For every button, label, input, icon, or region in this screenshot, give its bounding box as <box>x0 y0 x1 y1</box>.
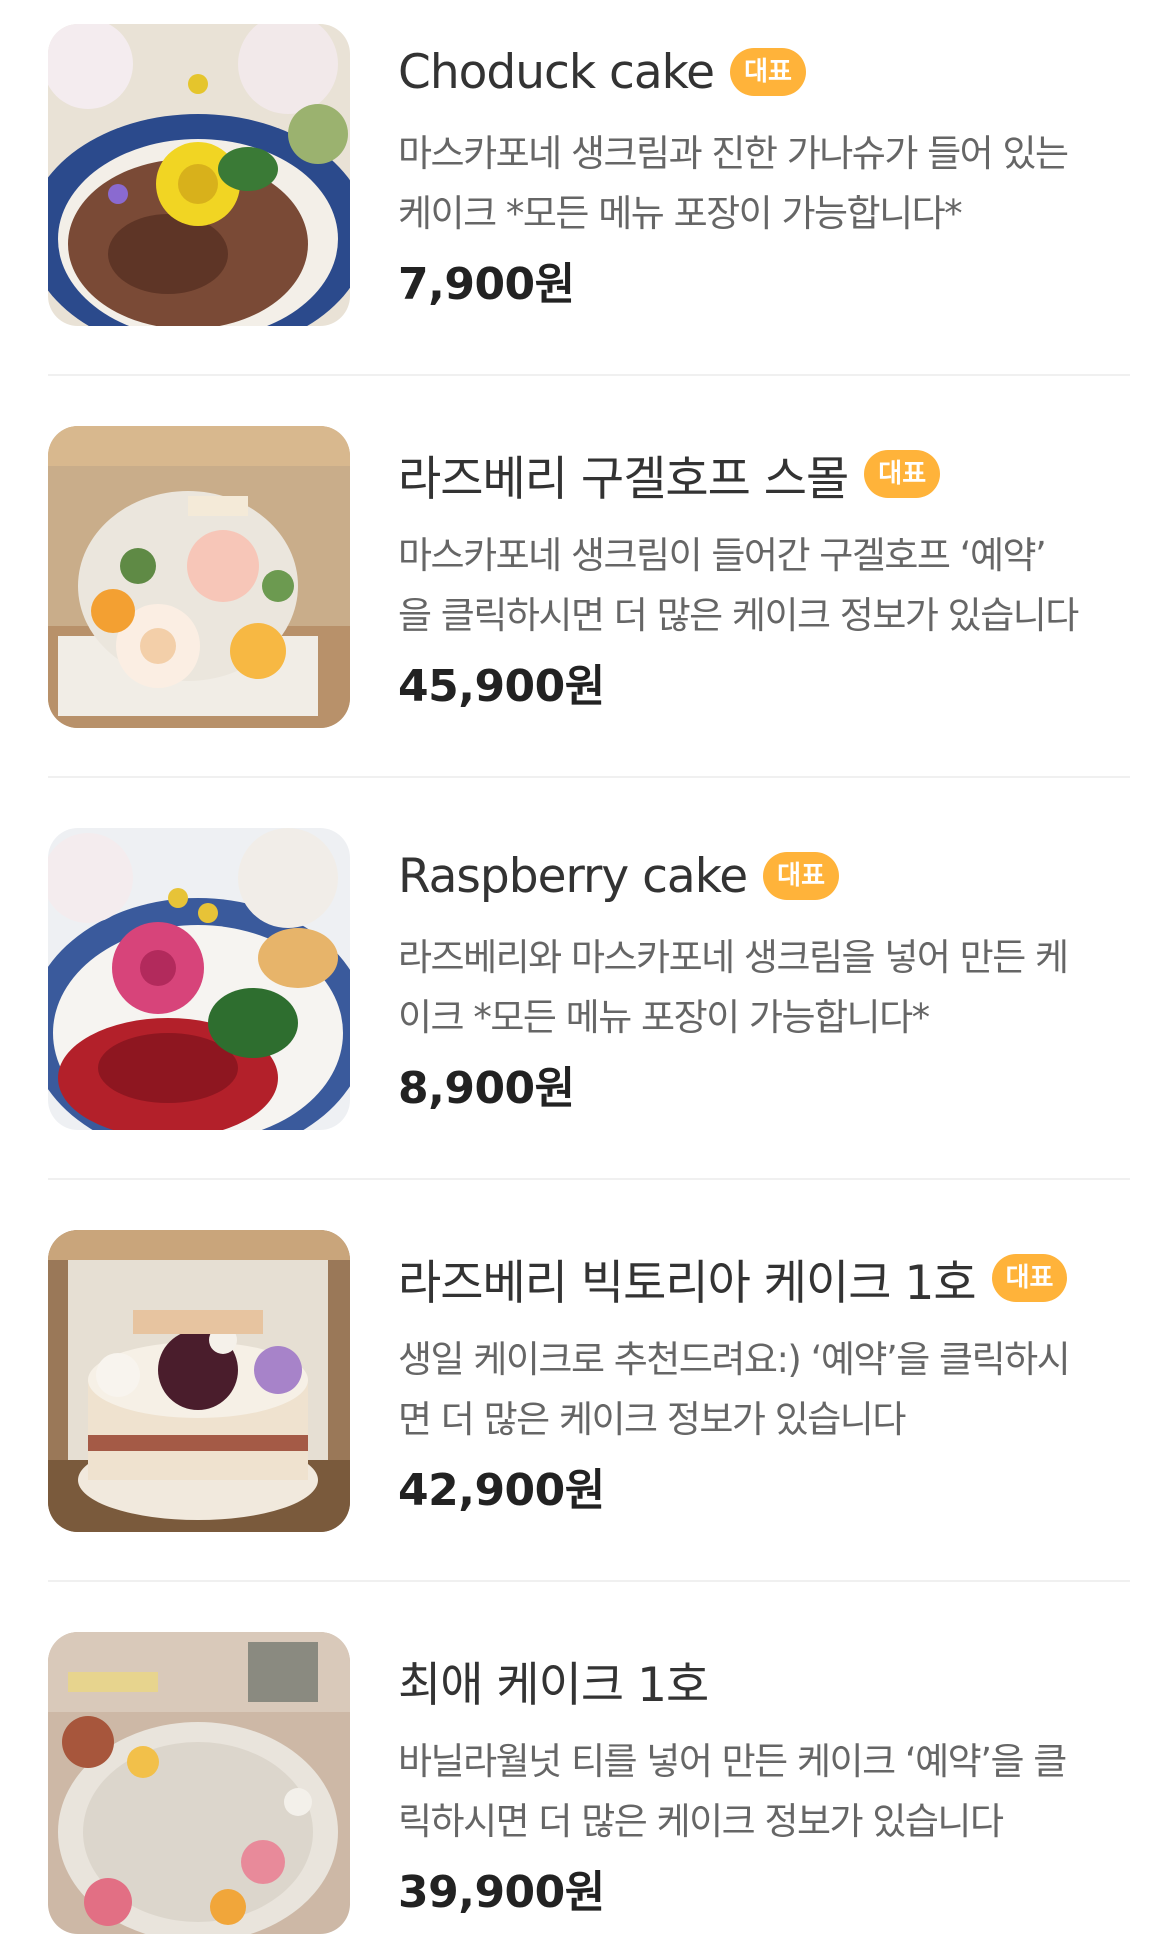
menu-item-price: 45,900원 <box>398 661 605 712</box>
signature-badge: 대표 <box>864 450 941 498</box>
description-line: 마스카포네 생크림이 들어간 구겔호프 ‘예약’ <box>398 534 1047 577</box>
menu-item-photo[interactable] <box>48 828 350 1130</box>
menu-item[interactable]: Raspberry cake 대표 라즈베리와 마스카포네 생크림을 넣어 만든… <box>48 804 1130 1130</box>
menu-item-name: Raspberry cake <box>398 848 748 904</box>
menu-item-info: 라즈베리 빅토리아 케이크 1호 대표 생일 케이크로 추천드려요:) ‘예약’… <box>398 1230 1138 1518</box>
menu-item[interactable]: Choduck cake 대표 마스카포네 생크림과 진한 가나슈가 들어 있는… <box>48 0 1130 326</box>
description-line: 라즈베리와 마스카포네 생크림을 넣어 만든 케 <box>398 936 1069 979</box>
title-row: 라즈베리 빅토리아 케이크 1호 대표 <box>398 1230 1138 1326</box>
menu-item-info: 최애 케이크 1호 바닐라월넛 티를 넣어 만든 케이크 ‘예약’을 클 릭하시… <box>398 1632 1138 1920</box>
menu-item[interactable]: 최애 케이크 1호 바닐라월넛 티를 넣어 만든 케이크 ‘예약’을 클 릭하시… <box>48 1608 1130 1934</box>
signature-badge: 대표 <box>730 48 806 96</box>
menu-item-name: 최애 케이크 1호 <box>398 1657 709 1713</box>
menu-item-photo[interactable] <box>48 426 350 728</box>
menu-item-price: 7,900원 <box>398 259 575 310</box>
menu-item-price: 42,900원 <box>398 1465 605 1516</box>
menu-item-photo[interactable] <box>48 24 350 326</box>
description-line: 케이크 *모든 메뉴 포장이 가능합니다* <box>398 192 963 235</box>
menu-item-description: 바닐라월넛 티를 넣어 만든 케이크 ‘예약’을 클 릭하시면 더 많은 케이크… <box>398 1732 1138 1852</box>
description-line: 마스카포네 생크림과 진한 가나슈가 들어 있는 <box>398 132 1069 175</box>
menu-item-description: 마스카포네 생크림이 들어간 구겔호프 ‘예약’ 을 클릭하시면 더 많은 케이… <box>398 526 1138 646</box>
menu-list: Choduck cake 대표 마스카포네 생크림과 진한 가나슈가 들어 있는… <box>0 0 1170 1946</box>
signature-badge: 대표 <box>991 1254 1068 1302</box>
title-row: Choduck cake 대표 <box>398 24 1138 120</box>
menu-item-description: 생일 케이크로 추천드려요:) ‘예약’을 클릭하시 면 더 많은 케이크 정보… <box>398 1330 1138 1450</box>
description-line: 바닐라월넛 티를 넣어 만든 케이크 ‘예약’을 클 <box>398 1740 1067 1783</box>
menu-item-name: Choduck cake <box>398 44 715 100</box>
menu-item-price: 39,900원 <box>398 1867 605 1918</box>
menu-item-info: 라즈베리 구겔호프 스몰 대표 마스카포네 생크림이 들어간 구겔호프 ‘예약’… <box>398 426 1138 714</box>
description-line: 면 더 많은 케이크 정보가 있습니다 <box>398 1398 906 1441</box>
menu-item-name: 라즈베리 구겔호프 스몰 <box>398 451 849 507</box>
menu-item-description: 마스카포네 생크림과 진한 가나슈가 들어 있는 케이크 *모든 메뉴 포장이 … <box>398 124 1138 244</box>
menu-item[interactable]: 라즈베리 빅토리아 케이크 1호 대표 생일 케이크로 추천드려요:) ‘예약’… <box>48 1206 1130 1532</box>
signature-badge: 대표 <box>763 852 840 900</box>
title-row: 라즈베리 구겔호프 스몰 대표 <box>398 426 1138 522</box>
title-row: 최애 케이크 1호 <box>398 1632 1138 1728</box>
divider <box>48 374 1130 376</box>
title-row: Raspberry cake 대표 <box>398 828 1138 924</box>
menu-item-name: 라즈베리 빅토리아 케이크 1호 <box>398 1255 977 1311</box>
divider <box>48 1178 1130 1180</box>
divider <box>48 776 1130 778</box>
description-line: 이크 *모든 메뉴 포장이 가능합니다* <box>398 996 930 1039</box>
menu-item-photo[interactable] <box>48 1632 350 1934</box>
menu-item-info: Raspberry cake 대표 라즈베리와 마스카포네 생크림을 넣어 만든… <box>398 828 1138 1116</box>
divider <box>48 1580 1130 1582</box>
menu-item-price: 8,900원 <box>398 1063 575 1114</box>
description-line: 생일 케이크로 추천드려요:) ‘예약’을 클릭하시 <box>398 1338 1071 1381</box>
description-line: 릭하시면 더 많은 케이크 정보가 있습니다 <box>398 1800 1004 1843</box>
menu-item-description: 라즈베리와 마스카포네 생크림을 넣어 만든 케 이크 *모든 메뉴 포장이 가… <box>398 928 1138 1048</box>
menu-item-info: Choduck cake 대표 마스카포네 생크림과 진한 가나슈가 들어 있는… <box>398 24 1138 312</box>
description-line: 을 클릭하시면 더 많은 케이크 정보가 있습니다 <box>398 594 1079 637</box>
menu-item[interactable]: 라즈베리 구겔호프 스몰 대표 마스카포네 생크림이 들어간 구겔호프 ‘예약’… <box>48 402 1130 728</box>
menu-item-photo[interactable] <box>48 1230 350 1532</box>
